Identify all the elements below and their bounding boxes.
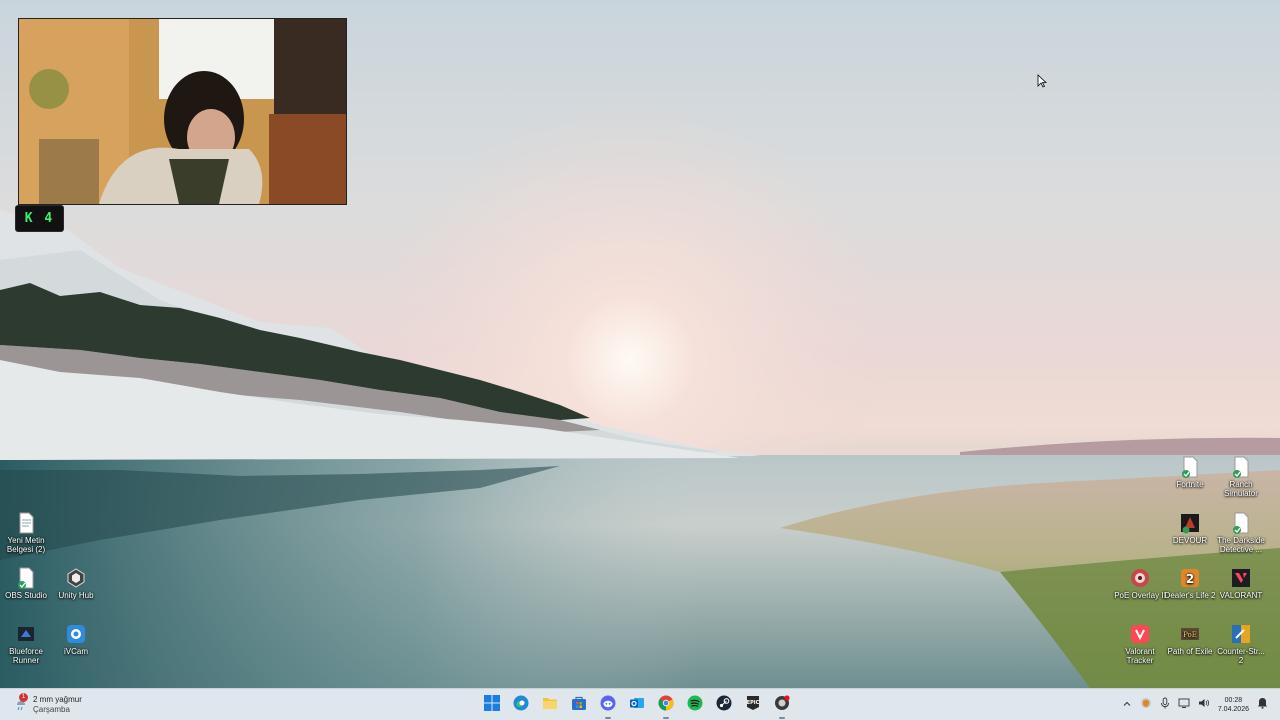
devour-icon [1179,512,1201,534]
folder-icon [542,695,558,716]
desktop-icon-label: OBS Studio [5,591,47,600]
store-button[interactable] [568,694,590,716]
desktop-icon-label: The Darkside Detective ... [1217,536,1265,554]
poe-overlay-icon [1129,567,1151,589]
desktop-icon-label: Yeni Metin Belgesi (2) [6,536,46,554]
network-shield-icon[interactable] [1140,696,1152,714]
desktop-icon-devour[interactable]: DEVOUR [1164,512,1216,545]
path-of-exile-icon: PoE [1179,623,1201,645]
desktop-icon-label: VALORANT [1219,591,1263,600]
recorder-button[interactable] [771,694,793,719]
store-icon [571,695,587,716]
clock-date: 7.04.2026 [1217,706,1249,713]
desktop-icon-label: iVCam [63,647,88,656]
ivcam-icon [65,623,87,645]
display-icon[interactable] [1178,696,1190,714]
webcam-feed-image [19,19,346,204]
spotify-button[interactable] [684,694,706,716]
counter-strike-icon [1230,623,1252,645]
chrome-icon [658,695,674,716]
desktop-icon-label: Dealer's Life 2 [1164,591,1216,600]
webcam-keycount-badge: K 4 [15,205,64,232]
microphone-icon[interactable] [1160,696,1170,714]
desktop-icon-label: Unity Hub [58,591,94,600]
desktop-icon-valorant[interactable]: VALORANT [1215,567,1267,600]
desktop-icon-poe-overlay[interactable]: PoE Overlay II [1114,567,1166,600]
weather-alert-badge: 1 [19,693,28,702]
desktop-icon-ranch-simulator[interactable]: Ranch Simulator [1215,456,1267,498]
windows-icon [484,694,500,716]
epic-games-button[interactable]: EPIC [742,694,764,716]
clock-time: 00:28 [1224,697,1243,704]
text-file-icon [15,512,37,534]
taskbar: 1 2 mm yağmur Çarşamba EPIC 00:28 7.04.2… [0,688,1280,720]
outlook-button[interactable] [626,694,648,716]
game-icon [15,623,37,645]
desktop-icon-ivcam[interactable]: iVCam [50,623,102,656]
taskbar-pinned-apps: EPIC [481,692,793,719]
desktop-icon-label: Counter-Str... 2 [1217,647,1265,665]
weather-title: 2 mm yağmur [33,695,82,704]
desktop-icon-unity-hub[interactable]: Unity Hub [50,567,102,600]
steam-button[interactable] [713,694,735,716]
svg-text:PoE: PoE [1183,631,1197,639]
weather-subtitle: Çarşamba [33,705,70,714]
desktop-icon-blueforce-runner[interactable]: Blueforce Runner [0,623,52,665]
discord-icon [600,695,616,716]
show-hidden-icons-chevron-icon[interactable] [1122,696,1132,714]
desktop-icon-darkside-detective[interactable]: The Darkside Detective ... [1215,512,1267,554]
weather-widget[interactable]: 1 2 mm yağmur Çarşamba [14,693,82,717]
spotify-icon [687,695,703,716]
steam-icon [716,695,732,716]
valorant-icon [1230,567,1252,589]
epic-games-icon: EPIC [745,695,761,716]
desktop-icon-valorant-tracker[interactable]: Valorant Tracker [1114,623,1166,665]
system-tray: 00:28 7.04.2026 [1122,693,1268,717]
recorder-icon [774,694,790,716]
volume-icon[interactable] [1198,696,1210,714]
dealers-life-icon: 2 [1179,567,1201,589]
edge-icon [513,695,529,716]
valorant-tracker-icon [1129,623,1151,645]
notification-bell-icon[interactable] [1257,696,1268,714]
file-explorer-button[interactable] [539,694,561,716]
weather-rain-icon: 1 [14,693,28,712]
file-icon [1230,456,1252,478]
desktop-icon-fortnite[interactable]: Fortnite [1164,456,1216,489]
desktop-icon-dealers-life[interactable]: 2 Dealer's Life 2 [1164,567,1216,600]
desktop-icon-label: PoE Overlay II [1114,591,1166,600]
mouse-cursor-icon [1037,74,1048,93]
file-icon [1230,512,1252,534]
desktop-icon-label: Ranch Simulator [1224,480,1258,498]
desktop-icon-path-of-exile[interactable]: PoE Path of Exile [1164,623,1216,656]
chrome-button[interactable] [655,694,677,719]
svg-text:2: 2 [1186,572,1194,586]
unity-icon [65,567,87,589]
desktop-icon-text-document[interactable]: Yeni Metin Belgesi (2) [0,512,52,554]
webcam-overlay [18,18,347,205]
edge-button[interactable] [510,694,532,716]
obs-icon [15,567,37,589]
desktop-icon-obs-studio[interactable]: OBS Studio [0,567,52,600]
file-icon [1179,456,1201,478]
desktop-icon-label: Valorant Tracker [1125,647,1155,665]
svg-text:EPIC: EPIC [747,700,760,706]
taskbar-clock[interactable]: 00:28 7.04.2026 [1218,696,1249,714]
discord-button[interactable] [597,694,619,719]
desktop-icon-counter-strike[interactable]: Counter-Str... 2 [1215,623,1267,665]
desktop-icon-label: Blueforce Runner [9,647,43,665]
desktop-icon-label: Fortnite [1176,480,1204,489]
desktop-icon-label: Path of Exile [1167,647,1213,656]
outlook-icon [629,695,645,716]
desktop-icon-label: DEVOUR [1172,536,1208,545]
start-button[interactable] [481,694,503,716]
